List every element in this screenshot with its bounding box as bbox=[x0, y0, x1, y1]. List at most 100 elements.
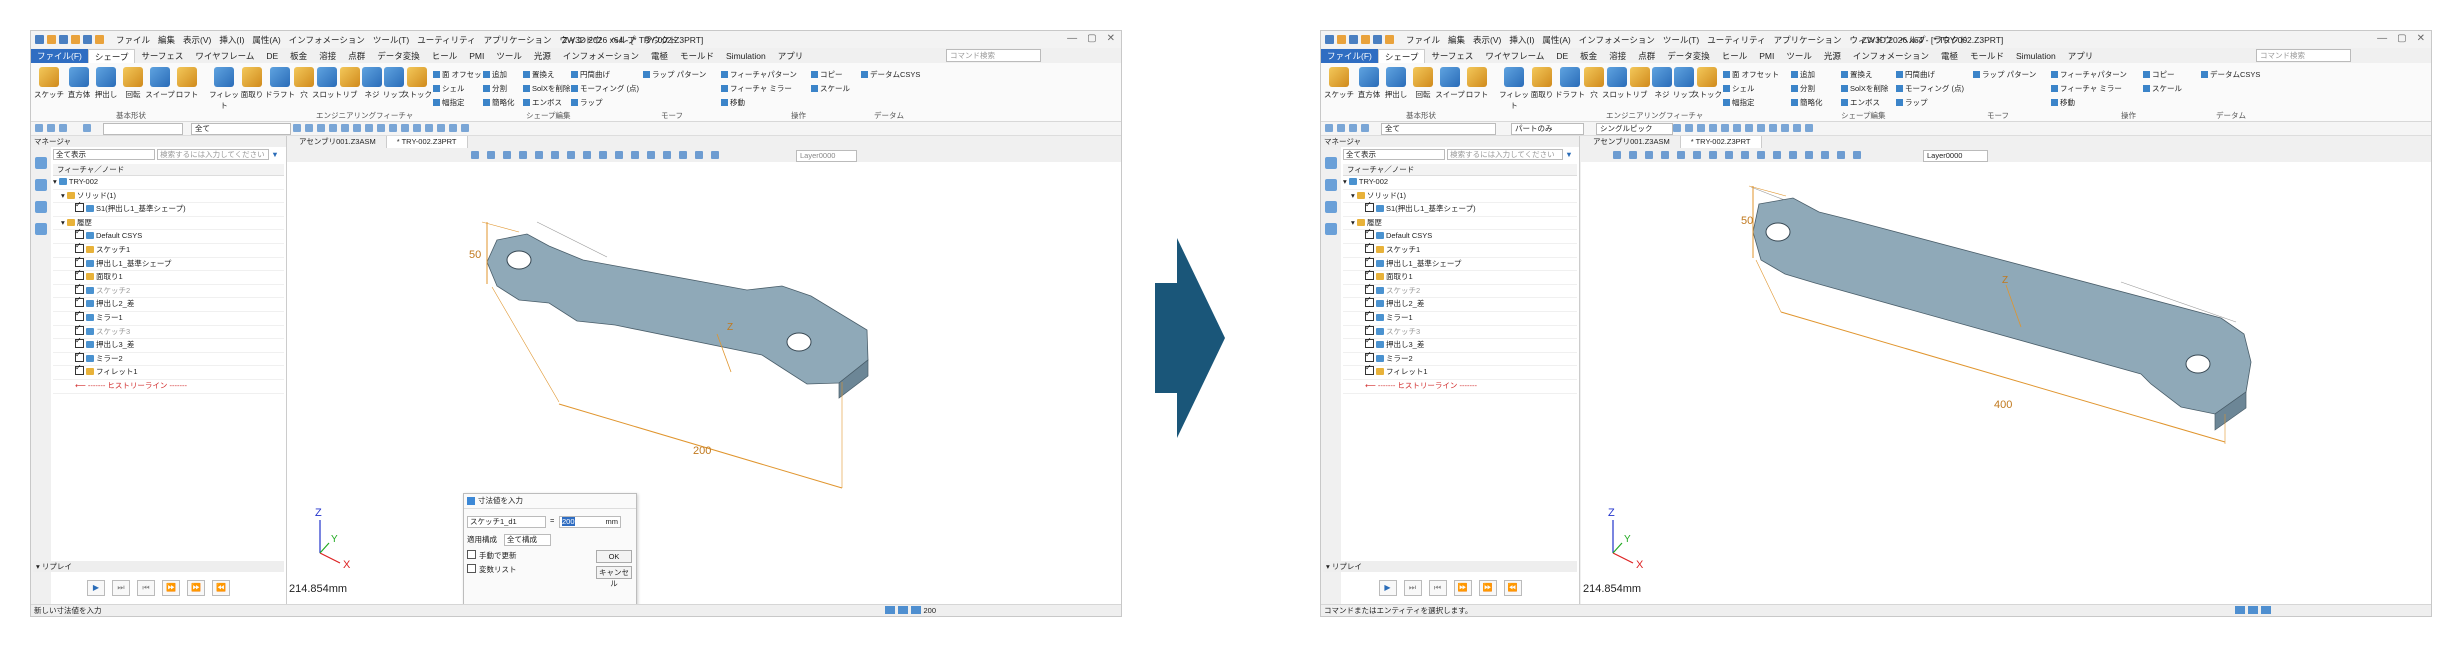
chamfer-button[interactable]: 面取り bbox=[1527, 67, 1557, 100]
tab-part[interactable]: * TRY-002.Z3PRT bbox=[1680, 136, 1762, 148]
tab-assembly[interactable]: アセンブリ001.Z3ASM bbox=[1583, 136, 1681, 148]
tree-node-mirror1[interactable]: ミラー1 bbox=[1343, 308, 1577, 326]
menu-edit[interactable]: 編集 bbox=[1448, 34, 1465, 46]
replace-button[interactable]: 置換え bbox=[523, 69, 555, 80]
simplify-button[interactable]: 簡略化 bbox=[1791, 97, 1823, 108]
tree-node-history[interactable]: ▾ 履歴 bbox=[1343, 217, 1577, 231]
tree-node-sketch2[interactable]: スケッチ2 bbox=[1343, 281, 1577, 299]
tree-node-chamfer1[interactable]: 面取り1 bbox=[53, 267, 284, 285]
tree-node-fillet1[interactable]: フィレット1 bbox=[53, 362, 284, 380]
tree-node-history[interactable]: ▾ 履歴 bbox=[53, 217, 284, 231]
manager-search-input[interactable]: 検索するには入力してください bbox=[157, 149, 270, 160]
wrap-button[interactable]: ラップ bbox=[571, 97, 603, 108]
window-controls[interactable]: — ▢ ✕ bbox=[2377, 33, 2425, 44]
stock-button[interactable]: ストック bbox=[1692, 67, 1722, 100]
tree-node-mirror2[interactable]: ミラー2 bbox=[1343, 349, 1577, 367]
tab-wireframe[interactable]: ワイヤフレーム bbox=[1479, 49, 1550, 63]
scale-button[interactable]: スケール bbox=[811, 83, 850, 94]
remove-solx-button[interactable]: SolXを削除 bbox=[523, 83, 570, 94]
tree-node-sketch3[interactable]: スケッチ3 bbox=[53, 322, 284, 340]
tab-tools[interactable]: ツール bbox=[490, 49, 528, 63]
manager-filter-select[interactable]: 全て表示 bbox=[53, 149, 155, 160]
fillet-button[interactable]: フィレット bbox=[209, 67, 239, 111]
tab-pmi[interactable]: PMI bbox=[1753, 49, 1780, 63]
copy-button[interactable]: コピー bbox=[2143, 69, 2175, 80]
tree-node-csys[interactable]: Default CSYS bbox=[53, 226, 284, 244]
apply-config-select[interactable]: 全て構成 bbox=[504, 534, 551, 546]
morph-point-button[interactable]: モーフィング (点) bbox=[1896, 83, 1964, 94]
tab-sheetmetal[interactable]: 板金 bbox=[1574, 49, 1603, 63]
part-only-combo[interactable]: パートのみ bbox=[1511, 123, 1584, 135]
tree-node-mirror1[interactable]: ミラー1 bbox=[53, 308, 284, 326]
tab-app[interactable]: アプリ bbox=[2062, 49, 2100, 63]
fast-forward-icon[interactable]: ⏩ bbox=[187, 580, 205, 596]
loft-button[interactable]: ロフト bbox=[1462, 67, 1492, 100]
tab-mold[interactable]: モールド bbox=[674, 49, 720, 63]
history-icon[interactable] bbox=[1325, 157, 1337, 169]
tab-app[interactable]: アプリ bbox=[772, 49, 810, 63]
manager-filter-select[interactable]: 全て表示 bbox=[1343, 149, 1445, 160]
feature-pattern-button[interactable]: フィーチャパターン bbox=[721, 69, 797, 80]
fillet-button[interactable]: フィレット bbox=[1499, 67, 1529, 111]
scale-button[interactable]: スケール bbox=[2143, 83, 2182, 94]
layer-icon[interactable] bbox=[35, 179, 47, 191]
tree-node-extrude3[interactable]: 押出し3_差 bbox=[53, 335, 284, 353]
step-icon[interactable]: ⏭ bbox=[1403, 580, 1422, 596]
view-icon[interactable] bbox=[35, 201, 47, 213]
pick-filter-combo[interactable]: 全て bbox=[1381, 123, 1496, 135]
shell-button[interactable]: シェル bbox=[1723, 83, 1755, 94]
tab-info[interactable]: インフォメーション bbox=[1847, 49, 1935, 63]
tab-file[interactable]: ファイル(F) bbox=[31, 49, 88, 63]
thicken-button[interactable]: 幅指定 bbox=[433, 97, 465, 108]
ok-button[interactable]: OK bbox=[596, 550, 632, 563]
menu-view[interactable]: 表示(V) bbox=[183, 34, 211, 46]
tab-sheetmetal[interactable]: 板金 bbox=[284, 49, 313, 63]
tab-wireframe[interactable]: ワイヤフレーム bbox=[189, 49, 260, 63]
prev-icon[interactable]: ⏮ bbox=[137, 580, 155, 596]
tree-node-sketch1[interactable]: スケッチ1 bbox=[1343, 240, 1577, 258]
next-icon[interactable]: ⏩ bbox=[1453, 580, 1472, 596]
tree-node-extrude1[interactable]: 押出し1_基準シェープ bbox=[1343, 254, 1577, 272]
menu-insert[interactable]: 挿入(I) bbox=[1509, 34, 1534, 46]
tab-mold[interactable]: モールド bbox=[1964, 49, 2010, 63]
tab-info[interactable]: インフォメーション bbox=[557, 49, 645, 63]
replace-button[interactable]: 置換え bbox=[1841, 69, 1873, 80]
menu-file[interactable]: ファイル bbox=[116, 34, 150, 46]
menu-app[interactable]: アプリケーション bbox=[484, 34, 552, 46]
cylinder-bend-button[interactable]: 円筒曲げ bbox=[571, 69, 610, 80]
tree-node-solids[interactable]: ▾ ソリッド(1) bbox=[53, 190, 284, 204]
sweep-button[interactable]: スイープ bbox=[1435, 67, 1465, 100]
layer-icon[interactable] bbox=[1325, 179, 1337, 191]
manager-search-input[interactable]: 検索するには入力してください bbox=[1447, 149, 1564, 160]
wrap-pattern-button[interactable]: ラップ パターン bbox=[643, 69, 706, 80]
simplify-button[interactable]: 簡略化 bbox=[483, 97, 515, 108]
add-button[interactable]: 追加 bbox=[483, 69, 507, 80]
tab-surface[interactable]: サーフェス bbox=[1425, 49, 1479, 63]
tab-shape[interactable]: シェープ bbox=[87, 48, 136, 64]
window-controls[interactable]: — ▢ ✕ bbox=[1067, 33, 1115, 44]
sweep-button[interactable]: スイープ bbox=[145, 67, 175, 100]
tree-node-csys[interactable]: Default CSYS bbox=[1343, 226, 1577, 244]
datum-csys-button[interactable]: データムCSYS bbox=[861, 69, 920, 80]
wrap-button[interactable]: ラップ bbox=[1896, 97, 1928, 108]
tab-dataconv[interactable]: データ変換 bbox=[1661, 49, 1716, 63]
extrude-button[interactable]: 押出し bbox=[1381, 67, 1411, 100]
tree-node-extrude3[interactable]: 押出し3_差 bbox=[1343, 335, 1577, 353]
tree-node-solids[interactable]: ▾ ソリッド(1) bbox=[1343, 190, 1577, 204]
tab-electrode[interactable]: 電極 bbox=[645, 49, 674, 63]
dimension-name-field[interactable]: スケッチ1_d1 bbox=[467, 516, 546, 528]
command-search-input[interactable]: コマンド検索 bbox=[2256, 49, 2351, 62]
revolve-button[interactable]: 回転 bbox=[1408, 67, 1438, 100]
menu-view[interactable]: 表示(V) bbox=[1473, 34, 1501, 46]
box-button[interactable]: 直方体 bbox=[64, 67, 94, 100]
chamfer-button[interactable]: 面取り bbox=[237, 67, 267, 100]
tree-node-extrude2[interactable]: 押出し2_差 bbox=[1343, 294, 1577, 312]
single-pick-combo[interactable]: シングルピック bbox=[1596, 123, 1673, 135]
face-offset-button[interactable]: 面 オフセット bbox=[1723, 69, 1779, 80]
tab-simulation[interactable]: Simulation bbox=[2010, 49, 2062, 63]
emboss-button[interactable]: エンボス bbox=[1841, 97, 1880, 108]
tree-node-chamfer1[interactable]: 面取り1 bbox=[1343, 267, 1577, 285]
menu-edit[interactable]: 編集 bbox=[158, 34, 175, 46]
wrap-pattern-button[interactable]: ラップ パターン bbox=[1973, 69, 2036, 80]
menu-insert[interactable]: 挿入(I) bbox=[219, 34, 244, 46]
